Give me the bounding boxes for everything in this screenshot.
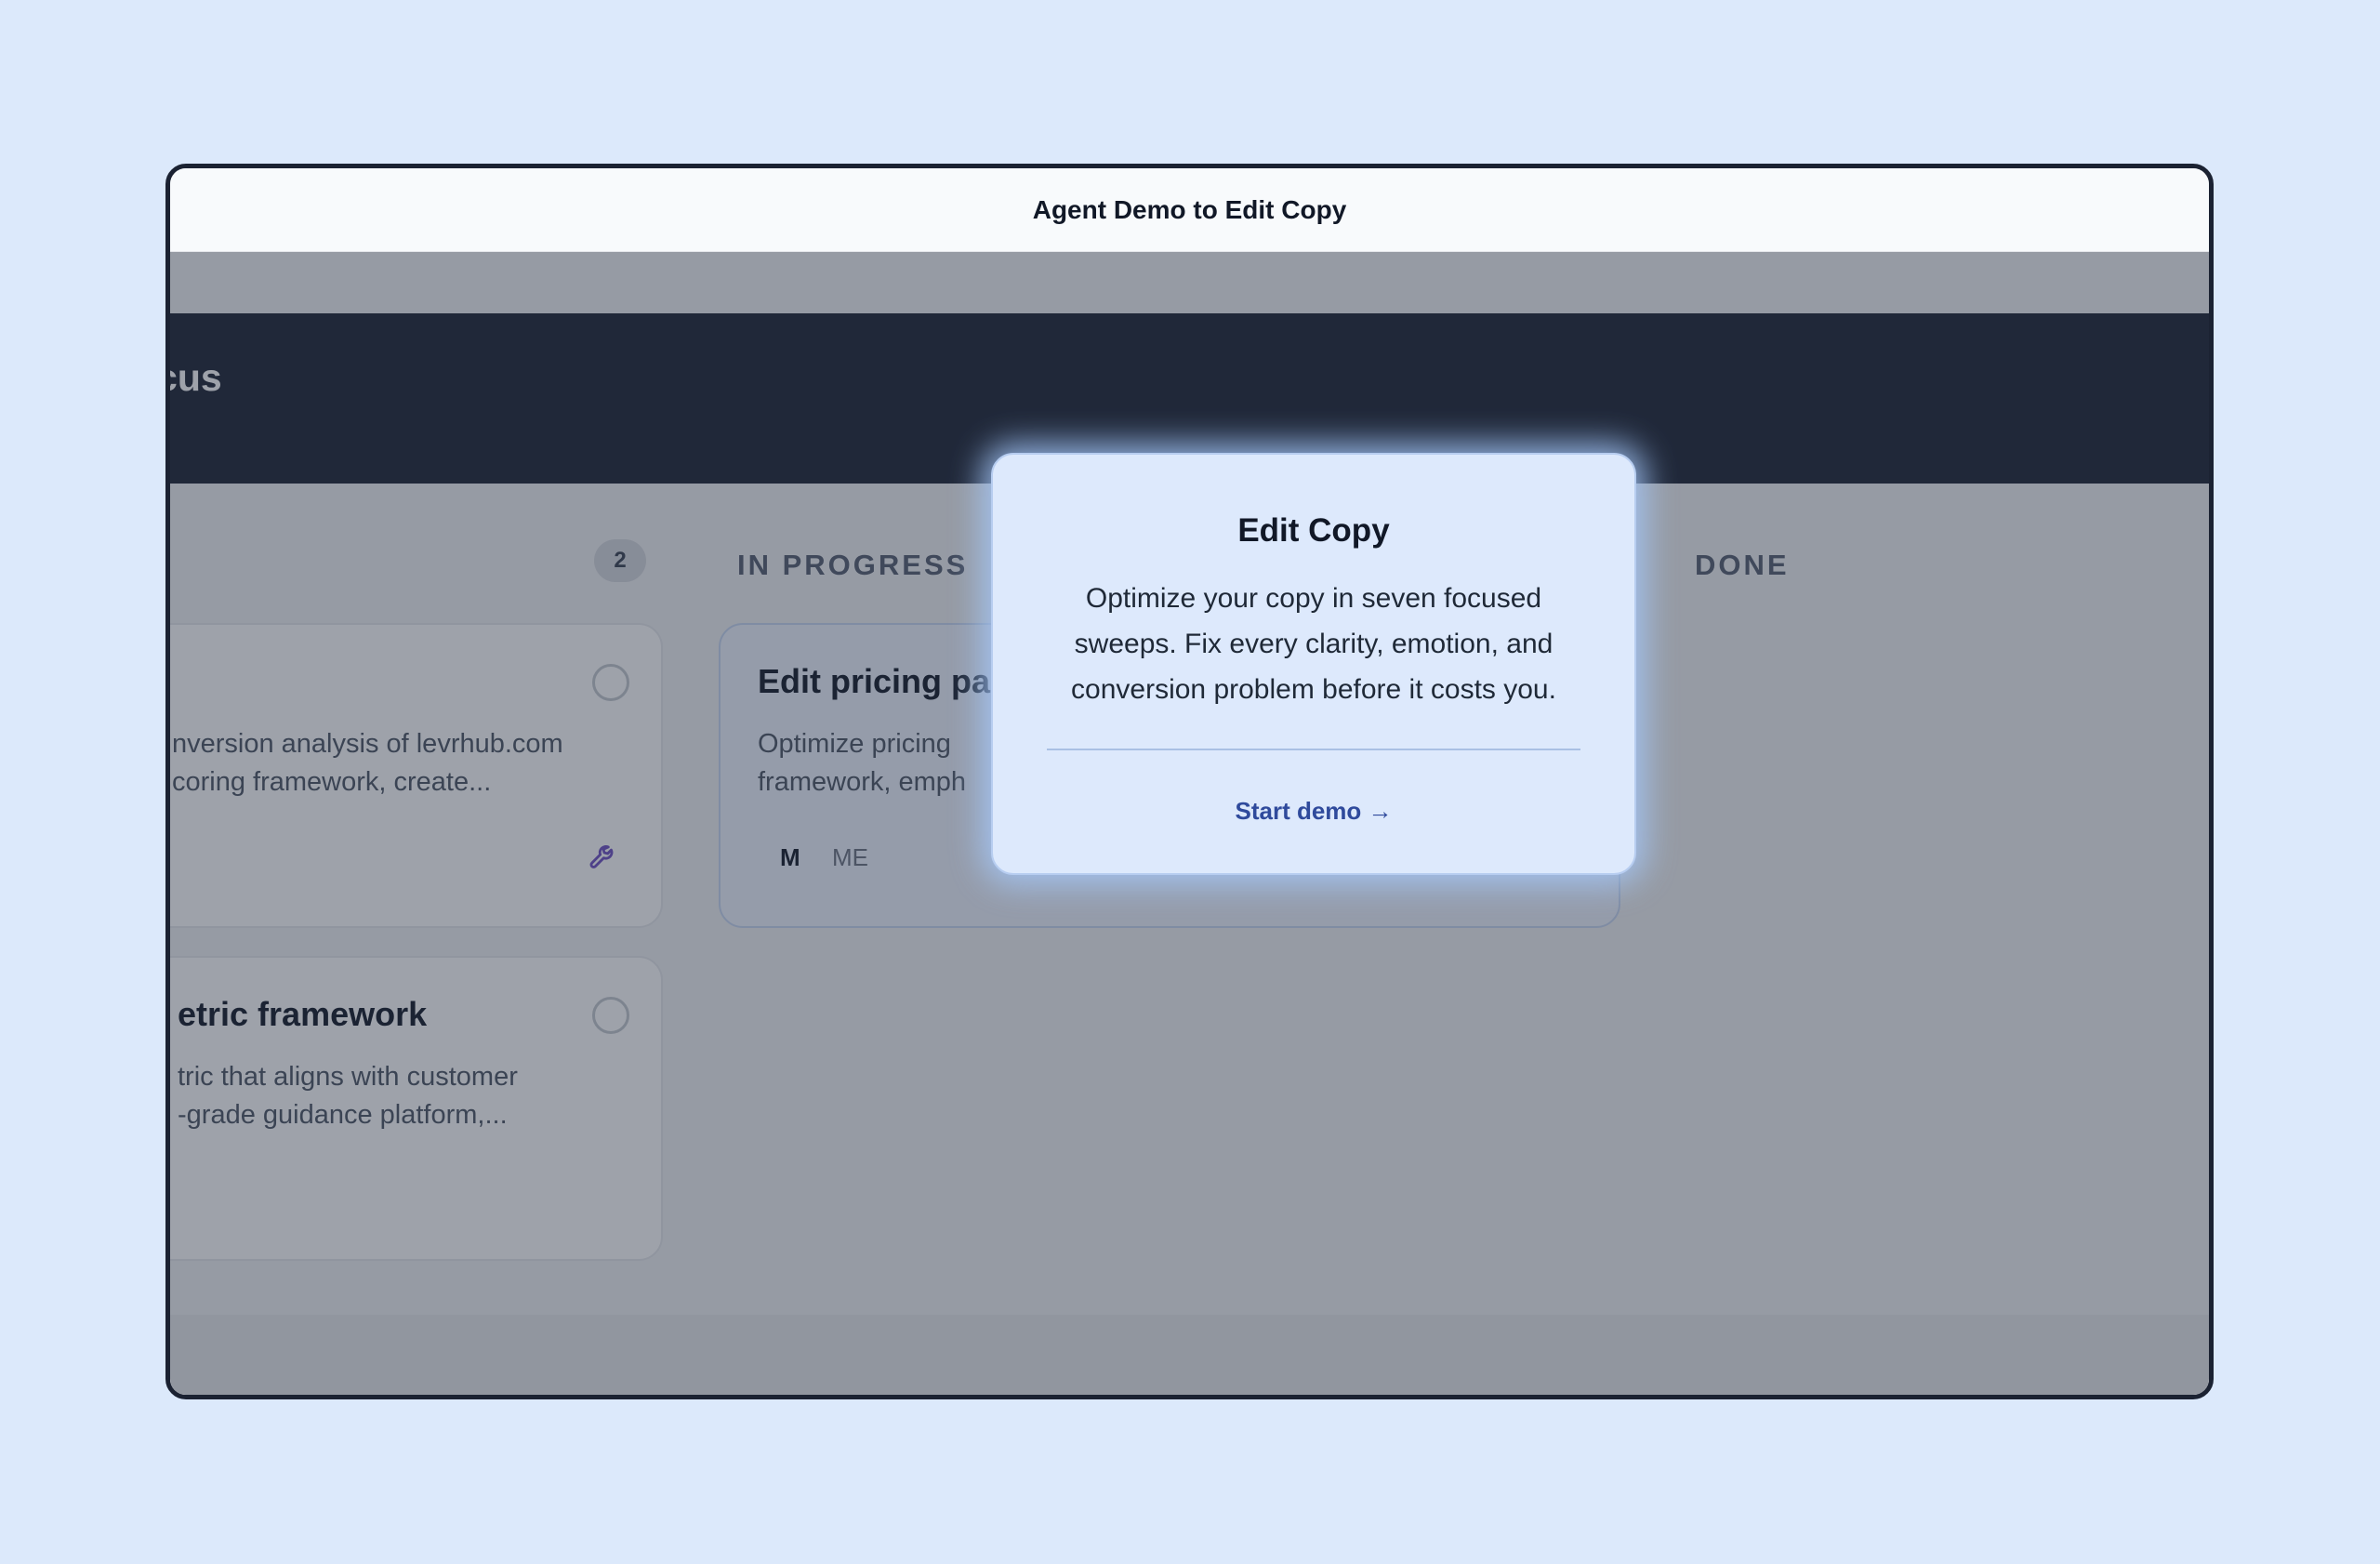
browser-window: Agent Demo to Edit Copy ocus 2 nversion …: [165, 164, 2214, 1399]
window-title: Agent Demo to Edit Copy: [170, 168, 2209, 252]
app-viewport: ocus 2 nversion analysis of levrhub.com …: [170, 252, 2209, 1395]
demo-modal: Edit Copy Optimize your copy in seven fo…: [991, 453, 1636, 875]
modal-body: Optimize your copy in seven focused swee…: [1071, 583, 1556, 705]
modal-title: Edit Copy: [1237, 512, 1390, 549]
start-demo-button[interactable]: Start demo →: [993, 797, 1634, 826]
modal-divider: [1047, 749, 1580, 750]
